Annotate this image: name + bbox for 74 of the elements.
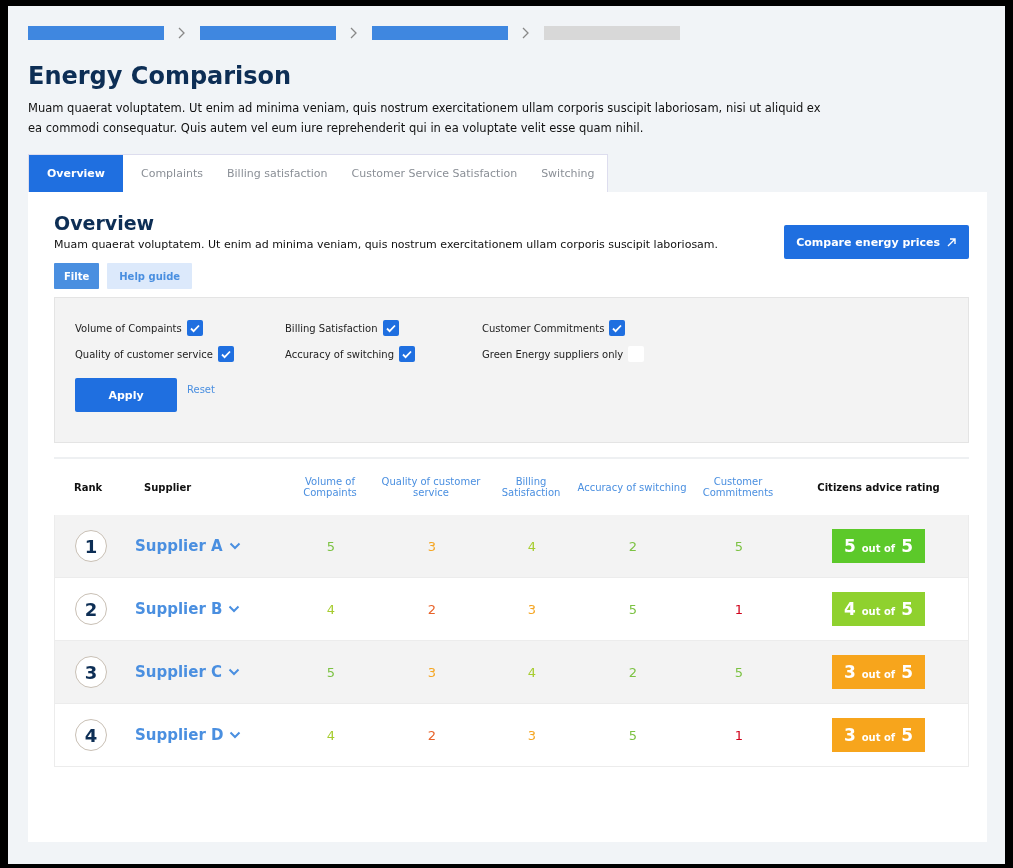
score-value: 1 — [733, 601, 745, 617]
chevron-right-icon — [178, 27, 186, 39]
rank-badge: 3 — [75, 656, 107, 688]
compare-prices-button[interactable]: Compare energy prices — [784, 225, 969, 259]
toggle-button[interactable]: Help guide — [107, 263, 193, 289]
rank-badge: 4 — [75, 719, 107, 751]
rank-badge: 1 — [75, 530, 107, 562]
chevron-down-icon — [229, 731, 242, 739]
score-value: 3 — [426, 538, 438, 554]
score-value: 5 — [325, 538, 337, 554]
checkbox-label: Accuracy of switching — [285, 348, 395, 360]
chevron-down-icon — [228, 605, 241, 613]
checkmark-icon — [188, 322, 201, 334]
page-title: Energy Comparison — [28, 62, 293, 90]
checkmark-icon — [219, 348, 232, 360]
checkbox[interactable] — [217, 346, 234, 362]
section-heading: Overview — [54, 212, 156, 234]
reset-link[interactable]: Reset — [187, 378, 215, 401]
checkbox[interactable] — [399, 346, 416, 362]
score-value: 4 — [325, 601, 337, 617]
checkbox[interactable] — [609, 320, 626, 336]
checkbox[interactable] — [382, 320, 399, 336]
section-description: Muam quaerat voluptatem. Ut enim ad minima veniam, quis nostrum exercitationem ullam corporis suscipit laboriosam. — [54, 238, 719, 251]
checkmark-icon — [401, 348, 414, 360]
column-header: Volume of Compaints — [302, 476, 358, 498]
rating-badge: 5 out of 5 — [832, 529, 925, 563]
apply-filters-button[interactable]: Apply — [75, 378, 177, 412]
score-value: 3 — [426, 664, 438, 680]
column-header: Citizens advice rating — [816, 481, 941, 493]
supplier-link[interactable]: Supplier B — [125, 600, 241, 618]
chevron-right-icon — [350, 27, 358, 39]
checkbox-label: Volume of Compaints — [75, 322, 182, 334]
checkbox[interactable] — [186, 320, 203, 336]
column-header: Rank — [73, 481, 104, 493]
score-value: 5 — [733, 664, 745, 680]
chevron-down-icon — [228, 542, 241, 550]
score-value: 4 — [325, 727, 337, 743]
column-header: Accuracy of switching — [576, 481, 688, 493]
score-value: 3 — [526, 601, 538, 617]
score-value: 1 — [733, 727, 745, 743]
checkbox-label: Customer Commitments — [482, 322, 605, 334]
checkbox-label: Quality of customer service — [75, 348, 213, 360]
rating-badge: 3 out of 5 — [832, 655, 925, 689]
column-header: Quality of customer service — [380, 476, 482, 498]
supplier-link[interactable]: Supplier D — [125, 726, 242, 744]
score-value: 5 — [325, 664, 337, 680]
rating-badge: 4 out of 5 — [832, 592, 925, 626]
chevron-right-icon — [522, 27, 530, 39]
column-header: Billing Satisfaction — [500, 476, 562, 498]
toggle-button[interactable]: Filte — [54, 263, 100, 289]
rating-badge: 3 out of 5 — [832, 718, 925, 752]
score-value: 2 — [627, 538, 639, 554]
score-value: 2 — [627, 664, 639, 680]
supplier-link[interactable]: Supplier A — [125, 537, 241, 555]
checkmark-icon — [384, 322, 397, 334]
score-value: 2 — [426, 727, 438, 743]
rank-badge: 2 — [75, 593, 107, 625]
supplier-link[interactable]: Supplier C — [125, 663, 241, 681]
score-value: 4 — [526, 664, 538, 680]
column-header: Customer Commitments — [701, 476, 775, 498]
score-value: 3 — [526, 727, 538, 743]
score-value: 5 — [627, 601, 639, 617]
score-value: 5 — [627, 727, 639, 743]
score-value: 4 — [526, 538, 538, 554]
external-link-icon — [946, 236, 957, 248]
score-value: 2 — [426, 601, 438, 617]
column-header: Supplier — [143, 481, 193, 493]
checkbox-label: Billing Satisfaction — [285, 322, 378, 334]
score-value: 5 — [733, 538, 745, 554]
chevron-down-icon — [228, 668, 241, 676]
checkmark-icon — [611, 322, 624, 334]
tab[interactable]: Overview — [29, 155, 123, 192]
intro-paragraph: Muam quaerat voluptatem. Ut enim ad minima veniam, quis nostrum exercitationem ullam corporis suscipit laboriosam, nisi ut aliquid ex ea commodi consequatur. Quis autem vel eum iure reprehenderit qui in ea voluptate velit esse quam nihil. — [28, 100, 822, 137]
checkbox-label: Green Energy suppliers only — [482, 348, 624, 360]
